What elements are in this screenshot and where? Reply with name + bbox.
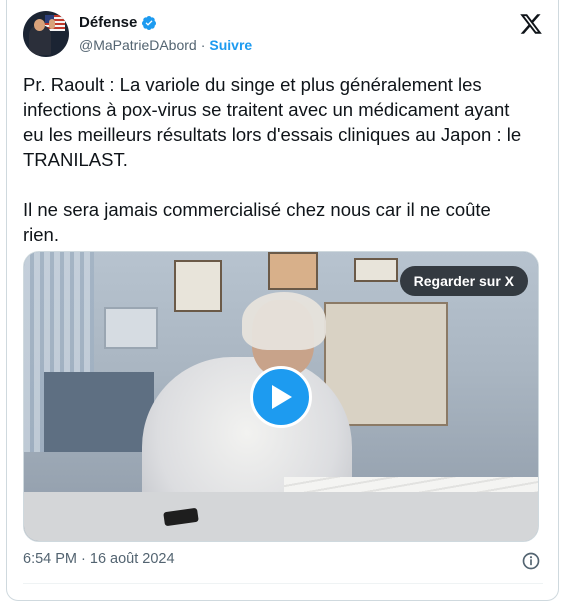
play-button[interactable] — [250, 366, 312, 428]
follow-button[interactable]: Suivre — [209, 37, 252, 53]
author-handle[interactable]: @MaPatrieDAbord — [79, 37, 197, 53]
info-icon[interactable] — [521, 551, 541, 571]
verified-badge-icon — [142, 15, 157, 30]
watch-on-x-button[interactable]: Regarder sur X — [399, 266, 528, 296]
tweet-header: Défense @MaPatrieDAbord · Suivre — [23, 10, 543, 60]
author-name[interactable]: Défense — [79, 14, 137, 31]
play-icon — [272, 385, 292, 409]
timestamp-link[interactable]: 6:54 PM · 16 août 2024 — [23, 551, 175, 567]
avatar[interactable] — [23, 11, 69, 57]
author-handle-line: @MaPatrieDAbord · Suivre — [79, 37, 252, 53]
separator-dot: · — [200, 37, 206, 53]
video-player[interactable]: Regarder sur X — [23, 251, 539, 542]
tweet-paragraph-1: Pr. Raoult : La variole du singe et plus… — [23, 74, 522, 170]
tweet-card: Défense @MaPatrieDAbord · Suivre Pr. Rao… — [6, 0, 559, 601]
tweet-paragraph-2: Il ne sera jamais commercialisé chez nou… — [23, 199, 491, 245]
tweet-text: Pr. Raoult : La variole du singe et plus… — [23, 72, 523, 247]
divider — [23, 583, 543, 584]
x-logo-icon[interactable] — [519, 12, 543, 36]
tweet-footer: 6:54 PM · 16 août 2024 — [23, 549, 543, 573]
author-name-line: Défense — [79, 14, 157, 31]
